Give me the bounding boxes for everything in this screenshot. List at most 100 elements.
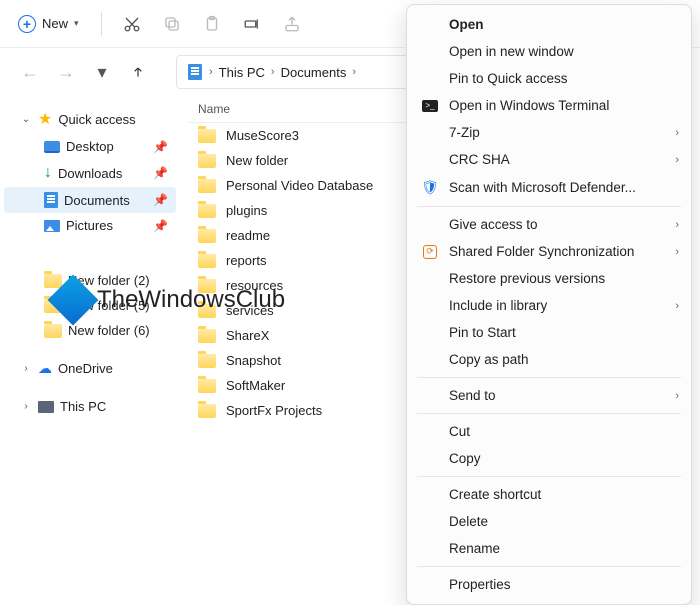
download-icon: ↓ bbox=[44, 164, 52, 182]
menu-cut[interactable]: Cut bbox=[407, 418, 691, 445]
menu-pin-quick-access[interactable]: Pin to Quick access bbox=[407, 65, 691, 92]
column-label: Name bbox=[198, 102, 230, 116]
folder-icon bbox=[198, 204, 216, 218]
folder-icon bbox=[198, 279, 216, 293]
menu-open-terminal[interactable]: >_Open in Windows Terminal bbox=[407, 92, 691, 119]
menu-properties[interactable]: Properties bbox=[407, 571, 691, 598]
paste-icon bbox=[194, 6, 230, 42]
list-item-label: SportFx Projects bbox=[226, 403, 322, 418]
pc-icon bbox=[38, 401, 54, 413]
share-icon bbox=[274, 6, 310, 42]
menu-open[interactable]: Open bbox=[407, 11, 691, 38]
sidebar-item-quick-access[interactable]: ⌄ ★ Quick access bbox=[4, 104, 176, 134]
folder-icon bbox=[44, 274, 62, 288]
pictures-icon bbox=[44, 220, 60, 232]
sidebar-label: OneDrive bbox=[58, 361, 113, 376]
folder-icon bbox=[198, 154, 216, 168]
menu-delete[interactable]: Delete bbox=[407, 508, 691, 535]
menu-7zip[interactable]: 7-Zip› bbox=[407, 119, 691, 146]
chevron-right-icon: › bbox=[675, 219, 679, 231]
sidebar-label: Pictures bbox=[66, 218, 113, 233]
sidebar-item-this-pc[interactable]: › This PC bbox=[4, 394, 176, 419]
toolbar-separator bbox=[101, 12, 102, 36]
terminal-icon: >_ bbox=[421, 100, 439, 112]
menu-pin-start[interactable]: Pin to Start bbox=[407, 319, 691, 346]
forward-button: → bbox=[52, 58, 80, 86]
menu-include-library[interactable]: Include in library› bbox=[407, 292, 691, 319]
sidebar-item-new-folder-2[interactable]: New folder (2) bbox=[4, 268, 176, 293]
menu-restore-versions[interactable]: Restore previous versions bbox=[407, 265, 691, 292]
sidebar-label: New folder (2) bbox=[68, 273, 150, 288]
shield-icon: 🛡 bbox=[421, 179, 439, 196]
menu-separator bbox=[417, 413, 681, 414]
list-item-label: services bbox=[226, 303, 274, 318]
list-item-label: resources bbox=[226, 278, 283, 293]
folder-icon bbox=[198, 229, 216, 243]
folder-icon bbox=[198, 179, 216, 193]
sidebar-item-new-folder-5[interactable]: New folder (5) bbox=[4, 293, 176, 318]
menu-rename[interactable]: Rename bbox=[407, 535, 691, 562]
desktop-icon bbox=[44, 141, 60, 153]
list-item-label: ShareX bbox=[226, 328, 269, 343]
menu-open-new-window[interactable]: Open in new window bbox=[407, 38, 691, 65]
list-item-label: Snapshot bbox=[226, 353, 281, 368]
menu-copy[interactable]: Copy bbox=[407, 445, 691, 472]
menu-separator bbox=[417, 377, 681, 378]
sidebar-item-onedrive[interactable]: › ☁ OneDrive bbox=[4, 355, 176, 382]
context-menu: Open Open in new window Pin to Quick acc… bbox=[406, 4, 692, 605]
up-button[interactable] bbox=[124, 58, 152, 86]
sidebar-label: Desktop bbox=[66, 139, 114, 154]
pin-icon: 📌 bbox=[153, 219, 168, 233]
list-item-label: readme bbox=[226, 228, 270, 243]
star-icon: ★ bbox=[38, 109, 52, 129]
menu-shared-sync[interactable]: ⟳Shared Folder Synchronization› bbox=[407, 238, 691, 265]
cut-icon[interactable] bbox=[114, 6, 150, 42]
sidebar-label: Documents bbox=[64, 193, 130, 208]
menu-give-access[interactable]: Give access to› bbox=[407, 211, 691, 238]
chevron-right-icon: › bbox=[675, 127, 679, 139]
breadcrumb-documents[interactable]: Documents bbox=[281, 65, 347, 80]
menu-separator bbox=[417, 566, 681, 567]
sidebar-item-desktop[interactable]: Desktop 📌 bbox=[4, 134, 176, 159]
menu-defender[interactable]: 🛡Scan with Microsoft Defender... bbox=[407, 173, 691, 202]
chevron-right-icon: › bbox=[675, 154, 679, 166]
sidebar-label: New folder (5) bbox=[68, 298, 150, 313]
rename-icon[interactable] bbox=[234, 6, 270, 42]
pin-icon: 📌 bbox=[153, 140, 168, 154]
folder-icon bbox=[198, 379, 216, 393]
history-chevron[interactable]: ▾ bbox=[88, 58, 116, 86]
sidebar-label: Quick access bbox=[58, 112, 135, 127]
pin-icon: 📌 bbox=[153, 193, 168, 207]
sidebar-item-documents[interactable]: Documents 📌 bbox=[4, 187, 176, 213]
sidebar-label: This PC bbox=[60, 399, 106, 414]
chevron-down-icon: ⌄ bbox=[20, 114, 32, 125]
folder-icon bbox=[198, 254, 216, 268]
list-item-label: MuseScore3 bbox=[226, 128, 299, 143]
folder-icon bbox=[198, 304, 216, 318]
menu-separator bbox=[417, 476, 681, 477]
list-item-label: SoftMaker bbox=[226, 378, 285, 393]
menu-crc-sha[interactable]: CRC SHA› bbox=[407, 146, 691, 173]
new-button-label: New bbox=[42, 16, 68, 31]
chevron-right-icon: › bbox=[675, 300, 679, 312]
chevron-right-icon: › bbox=[352, 66, 356, 78]
documents-icon bbox=[187, 64, 203, 80]
sidebar-item-downloads[interactable]: ↓ Downloads 📌 bbox=[4, 159, 176, 187]
chevron-right-icon: › bbox=[20, 363, 32, 374]
list-item-label: Personal Video Database bbox=[226, 178, 373, 193]
back-button: ← bbox=[16, 58, 44, 86]
plus-icon: + bbox=[18, 15, 36, 33]
menu-send-to[interactable]: Send to› bbox=[407, 382, 691, 409]
folder-icon bbox=[198, 354, 216, 368]
chevron-right-icon: › bbox=[20, 401, 32, 412]
list-item-label: reports bbox=[226, 253, 266, 268]
sync-icon: ⟳ bbox=[421, 245, 439, 259]
menu-create-shortcut[interactable]: Create shortcut bbox=[407, 481, 691, 508]
folder-icon bbox=[198, 129, 216, 143]
sidebar-item-new-folder-6[interactable]: New folder (6) bbox=[4, 318, 176, 343]
list-item-label: plugins bbox=[226, 203, 267, 218]
breadcrumb-this-pc[interactable]: This PC bbox=[219, 65, 265, 80]
menu-copy-path[interactable]: Copy as path bbox=[407, 346, 691, 373]
new-button[interactable]: + New ▾ bbox=[8, 9, 89, 39]
sidebar-item-pictures[interactable]: Pictures 📌 bbox=[4, 213, 176, 238]
